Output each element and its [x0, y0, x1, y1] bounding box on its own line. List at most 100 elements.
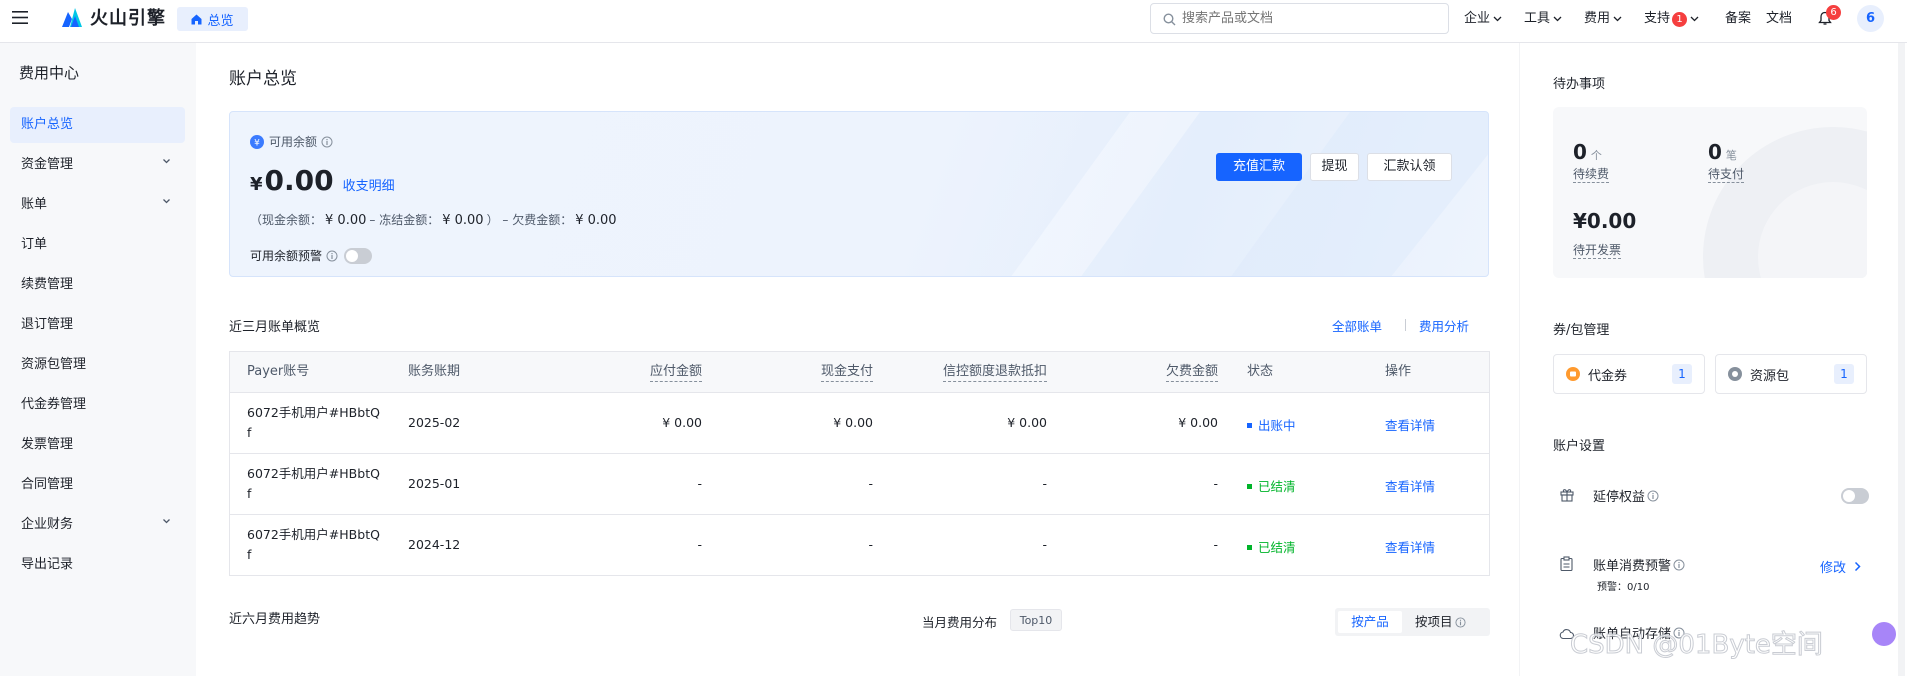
pending-invoice-link[interactable]: 待开发票 [1573, 243, 1622, 259]
coupons-title: 券/包管理 [1553, 323, 1610, 338]
status-badge: 出账中 [1247, 415, 1296, 434]
chevron-down-icon [162, 518, 171, 524]
bill-period: 2025-01 [408, 476, 461, 491]
todo-card-decoration [1703, 127, 1867, 278]
col-actions: 操作 [1385, 364, 1412, 379]
sidebar-item-account-overview[interactable]: 账户总览 [10, 107, 185, 143]
sidebar-item-export-records[interactable]: 导出记录 [10, 547, 185, 583]
frozen-amount-label: – 冻结金额： [369, 213, 440, 227]
cash-paid: ¥ 0.00 [833, 415, 873, 430]
floating-assistant-icon[interactable] [1872, 622, 1896, 646]
chevron-down-icon [162, 198, 171, 204]
right-panel: 待办事项 0 个 待续费 0 笔 待支付 ¥0.00 待开发票 券/包管理 代金… [1520, 43, 1907, 676]
clipboard-icon [1560, 556, 1573, 571]
info-icon[interactable] [1673, 559, 1685, 571]
balance-amount-row: ¥ 0.00 收支明细 [250, 164, 395, 197]
pending-payment-link[interactable]: 待支付 [1708, 167, 1745, 183]
sidebar-item-vouchers[interactable]: 代金券管理 [10, 387, 185, 423]
support-menu[interactable]: 支持 1 [1644, 0, 1699, 38]
recharge-button[interactable]: 充值汇款 [1216, 153, 1302, 181]
sidebar-item-renewal[interactable]: 续费管理 [10, 267, 185, 303]
payer-line-2: f [247, 425, 252, 440]
col-overdue[interactable]: 欠费金额 [1165, 352, 1218, 392]
sidebar-item-label: 资源包管理 [21, 357, 87, 372]
balance-alert-toggle[interactable] [344, 247, 373, 264]
balance-label-row: ¥ 可用余额 [250, 133, 333, 150]
sidebar-item-bills[interactable]: 账单 [10, 187, 185, 223]
bill-alarm-edit-link[interactable]: 修改 [1820, 557, 1861, 576]
search-box[interactable] [1150, 3, 1449, 34]
chevron-right-icon [1854, 561, 1861, 572]
table-row: 6072手机用户#HBbtQ f 2025-01 - - - - 已结清 查看详情 [230, 453, 1489, 514]
col-cash[interactable]: 现金支付 [820, 352, 873, 392]
credit-deduction: - [1042, 476, 1047, 491]
logo-mark-icon [60, 6, 84, 28]
menu-icon[interactable] [12, 10, 29, 25]
info-icon[interactable] [321, 136, 333, 148]
col-credit[interactable]: 信控额度退款抵扣 [942, 352, 1047, 392]
main-content: 账户总览 ¥ 可用余额 ¥ 0.00 收支明细 （现金余额： ¥ 0.00– 冻结… [196, 43, 1519, 676]
package-icon [1728, 367, 1742, 381]
support-badge: 1 [1672, 11, 1688, 27]
view-details-link[interactable]: 查看详情 [1385, 415, 1435, 434]
pending-renewal-unit: 个 [1590, 149, 1602, 162]
cost-analysis-link[interactable]: 费用分析 [1419, 316, 1469, 335]
search-input[interactable] [1182, 7, 1437, 30]
delay-stop-toggle[interactable] [1841, 488, 1869, 504]
view-details-link[interactable]: 查看详情 [1385, 537, 1435, 556]
voucher-count-badge: 1 [1672, 364, 1692, 384]
all-bills-link[interactable]: 全部账单 [1332, 316, 1382, 335]
enterprise-menu[interactable]: 企业 [1464, 0, 1502, 38]
delay-stop-row: 延停权益 [1593, 486, 1659, 505]
voucher-card[interactable]: 代金券 1 [1553, 354, 1705, 394]
sidebar-item-orders[interactable]: 订单 [10, 227, 185, 263]
svg-text:¥: ¥ [254, 138, 260, 148]
col-cash-label: 现金支付 [820, 363, 873, 382]
col-payable[interactable]: 应付金额 [649, 352, 702, 392]
payable-amount: ¥ 0.00 [662, 415, 702, 430]
payable-amount: - [697, 537, 702, 552]
pending-renewal-number: 0 [1573, 140, 1587, 164]
sidebar-item-unsubscribe[interactable]: 退订管理 [10, 307, 185, 343]
remittance-claim-button[interactable]: 汇款认领 [1367, 153, 1452, 181]
status-text: 已结清 [1258, 479, 1296, 494]
tab-by-project[interactable]: 按项目 [1407, 611, 1466, 633]
tab-by-project-label: 按项目 [1415, 614, 1453, 629]
tab-by-product[interactable]: 按产品 [1338, 611, 1402, 633]
sidebar-item-contracts[interactable]: 合同管理 [10, 467, 185, 503]
pending-renewal-link[interactable]: 待续费 [1573, 167, 1610, 183]
sidebar-item-label: 代金券管理 [21, 397, 87, 412]
bill-alarm-row: 账单消费预警 [1593, 555, 1685, 574]
payer-account: 6072手机用户#HBbtQ f [247, 464, 380, 504]
sidebar-item-fund-management[interactable]: 资金管理 [10, 147, 185, 183]
bills-table: Payer账号 账务账期 应付金额 现金支付 信控额度退款抵扣 欠费金额 状态 … [229, 351, 1490, 576]
income-expense-detail-link[interactable]: 收支明细 [343, 175, 395, 194]
docs-link[interactable]: 文档 [1766, 0, 1792, 38]
sidebar-item-label: 订单 [21, 237, 48, 252]
balance-currency: ¥ [250, 174, 263, 195]
info-icon [1454, 616, 1466, 628]
tools-menu[interactable]: 工具 [1524, 0, 1562, 38]
fees-menu[interactable]: 费用 [1584, 0, 1622, 38]
sidebar-item-enterprise-finance[interactable]: 企业财务 [10, 507, 185, 543]
todo-title: 待办事项 [1553, 77, 1606, 92]
col-payer: Payer账号 [247, 364, 310, 379]
sidebar-item-resource-packages[interactable]: 资源包管理 [10, 347, 185, 383]
settings-title: 账户设置 [1553, 439, 1606, 454]
todo-card: 0 个 待续费 0 笔 待支付 ¥0.00 待开发票 [1553, 107, 1867, 278]
info-icon[interactable] [326, 250, 338, 262]
resource-package-card[interactable]: 资源包 1 [1715, 354, 1867, 394]
payer-account: 6072手机用户#HBbtQ f [247, 525, 380, 565]
sidebar-item-invoices[interactable]: 发票管理 [10, 427, 185, 463]
withdraw-button[interactable]: 提现 [1310, 153, 1359, 181]
col-payable-label: 应付金额 [649, 363, 702, 382]
enterprise-label: 企业 [1464, 11, 1491, 26]
scrollbar-track[interactable] [1898, 43, 1905, 676]
sidebar-item-label: 合同管理 [21, 477, 74, 492]
home-overview-tab[interactable]: 总览 [177, 7, 248, 31]
user-avatar[interactable]: 6 [1857, 5, 1884, 32]
filing-link[interactable]: 备案 [1725, 0, 1751, 38]
info-icon[interactable] [1647, 490, 1659, 502]
view-details-link[interactable]: 查看详情 [1385, 476, 1435, 495]
volcengine-logo[interactable]: 火山引擎 [60, 4, 166, 30]
